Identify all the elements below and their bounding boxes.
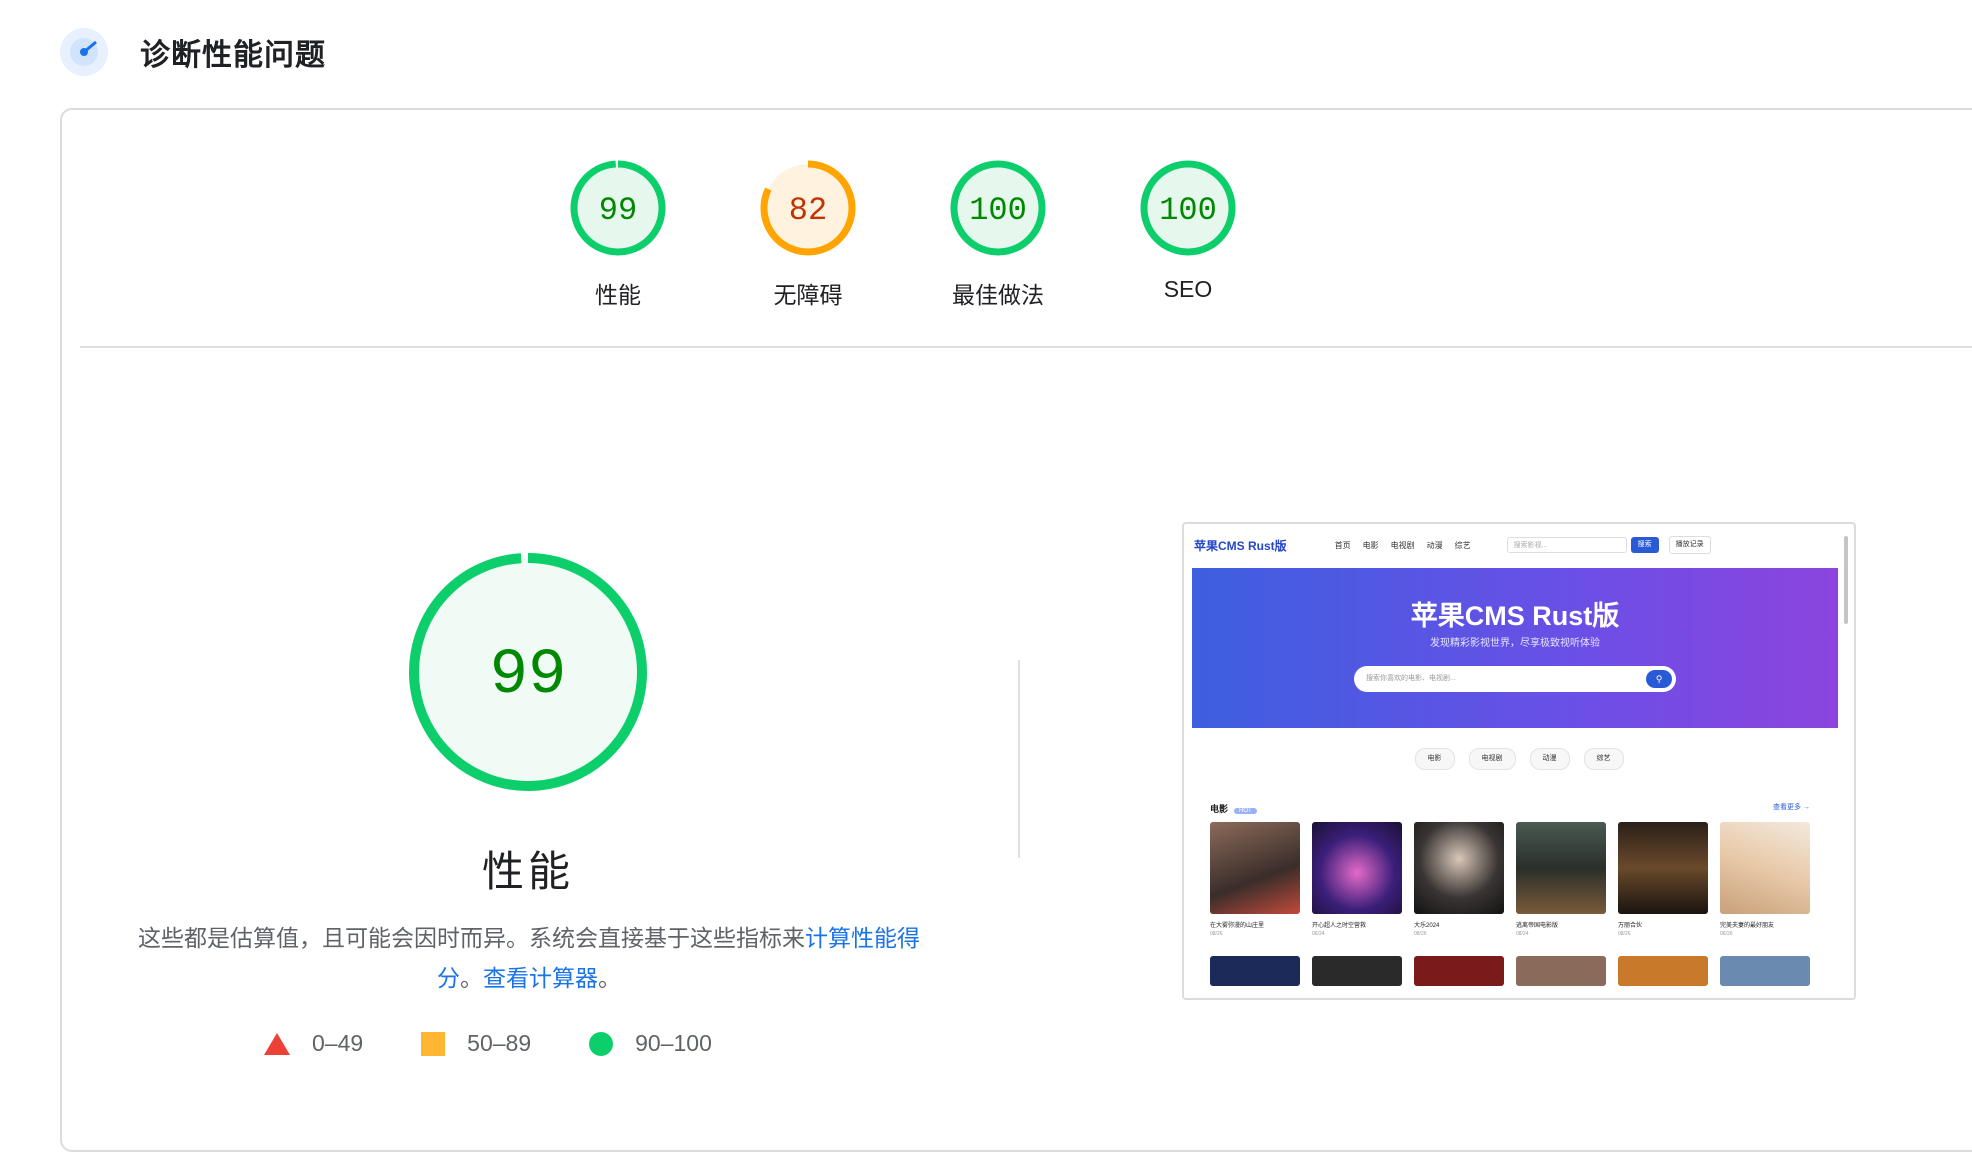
gauge-best-practices[interactable]: 100 最佳做法 — [908, 158, 1088, 310]
thumb-section-badge: HOT — [1234, 808, 1257, 814]
score-legend: 0–49 50–89 90–100 — [264, 1030, 770, 1057]
gauge-icon — [60, 28, 108, 76]
poster-image — [1312, 956, 1402, 986]
thumb-history: 播放记录 — [1668, 536, 1711, 554]
legend-average: 50–89 — [421, 1030, 531, 1057]
thumb-movie-card: 大乐2024 08/26 — [1414, 822, 1504, 937]
thumb-movie-title: 逃离帝国电影版 — [1516, 923, 1559, 929]
poster-image — [1210, 822, 1300, 914]
triangle-icon — [264, 1032, 290, 1055]
thumb-section-more: 查看更多 → — [1773, 804, 1810, 811]
thumb-movie-date: 08/26 — [1210, 931, 1223, 937]
gauge-performance[interactable]: 99 性能 — [528, 158, 708, 310]
score-gauges: 99 性能 82 无障碍 100 最佳做法 100 SEO — [62, 158, 1962, 308]
thumb-movie-date: 08/26 — [1414, 931, 1427, 937]
calculator-link[interactable]: 查看计算器 — [483, 965, 598, 991]
poster-image — [1516, 822, 1606, 914]
poster-image — [1414, 822, 1504, 914]
main-score-gauge: 99 — [409, 553, 647, 791]
thumb-menu-item: 动漫 — [1426, 540, 1443, 550]
thumb-hero-subtitle: 发现精彩影视世界，尽享极致视听体验 — [1430, 638, 1600, 649]
separator: 。 — [460, 965, 483, 991]
gauge-ring: 99 — [570, 160, 666, 256]
gauge-label: SEO — [1163, 276, 1213, 302]
thumb-movie-title: 万丽合伙 — [1618, 923, 1643, 929]
thumb-movie-date: 08/24 — [1516, 931, 1529, 937]
section-divider — [80, 346, 1972, 348]
thumb-menu-item: 综艺 — [1454, 540, 1471, 550]
legend-range: 90–100 — [635, 1030, 712, 1056]
thumb-movie-title: 完美夫妻的最好朋友 — [1720, 923, 1775, 929]
gauge-score: 100 — [1159, 192, 1217, 229]
poster-image — [1618, 822, 1708, 914]
thumb-hero-title: 苹果CMS Rust版 — [1410, 601, 1620, 631]
thumb-navbar: 苹果CMS Rust版 首页 电影 电视剧 动漫 综艺 搜索影视... 搜索 播… — [1194, 532, 1834, 558]
period: 。 — [598, 965, 621, 991]
poster-image — [1720, 822, 1810, 914]
thumb-movie-card: 开心超人之时空营救 06/24 — [1312, 822, 1402, 937]
vertical-divider — [1018, 660, 1020, 858]
thumb-movie-date: 08/26 — [1618, 931, 1631, 937]
legend-pass: 90–100 — [589, 1030, 712, 1057]
thumb-category: 电视剧 — [1468, 748, 1516, 770]
legend-fail: 0–49 — [264, 1030, 363, 1057]
gauge-accessibility[interactable]: 82 无障碍 — [718, 158, 898, 310]
poster-image — [1720, 956, 1810, 986]
thumb-logo: 苹果CMS Rust版 — [1194, 538, 1287, 553]
poster-image — [1312, 822, 1402, 914]
description-text: 这些都是估算值，且可能会因时而异。系统会直接基于这些指标来 — [138, 925, 805, 951]
main-category-label: 性能 — [481, 848, 574, 895]
gauge-ring: 100 — [950, 160, 1046, 256]
thumb-hero-search: 搜索你喜欢的电影、电视剧... ⚲ — [1354, 666, 1676, 692]
thumb-hero-placeholder: 搜索你喜欢的电影、电视剧... — [1366, 675, 1456, 682]
thumb-movie-date: 06/24 — [1312, 931, 1325, 937]
thumb-section-title: 电影 — [1210, 804, 1229, 814]
gauge-label: 性能 — [595, 282, 641, 308]
thumb-search-button: 搜索 — [1630, 537, 1659, 553]
report-card: 99 性能 82 无障碍 100 最佳做法 100 SEO 99 性能 这些都是… — [60, 108, 1972, 1152]
gauge-score: 82 — [789, 192, 827, 229]
gauge-score: 99 — [599, 192, 637, 229]
thumb-menu-item: 电视剧 — [1390, 540, 1415, 550]
thumb-menu-item: 电影 — [1362, 540, 1379, 550]
score-description: 这些都是估算值，且可能会因时而异。系统会直接基于这些指标来计算性能得分。查看计算… — [126, 918, 932, 998]
main-score: 99 — [490, 640, 567, 712]
thumb-hero: 苹果CMS Rust版 发现精彩影视世界，尽享极致视听体验 搜索你喜欢的电影、电… — [1192, 568, 1838, 728]
thumb-movie-title: 在大雾弥漫的山庄里 — [1210, 923, 1265, 929]
thumb-movie-date: 06/26 — [1720, 931, 1733, 937]
poster-image — [1618, 956, 1708, 986]
page-title: 诊断性能问题 — [140, 39, 326, 72]
gauge-label: 无障碍 — [773, 282, 843, 308]
thumb-section-header: 电影 HOT 查看更多 → — [1210, 802, 1810, 815]
page-screenshot-thumbnail[interactable]: 苹果CMS Rust版 首页 电影 电视剧 动漫 综艺 搜索影视... 搜索 播… — [1182, 522, 1856, 1000]
thumb-category: 动漫 — [1529, 748, 1570, 770]
thumb-search: 搜索影视... — [1506, 537, 1627, 553]
thumb-category: 电影 — [1414, 748, 1455, 770]
square-icon — [421, 1031, 446, 1056]
legend-range: 0–49 — [312, 1030, 364, 1056]
thumb-movie-title: 大乐2024 — [1414, 923, 1440, 929]
gauge-seo[interactable]: 100 SEO — [1098, 158, 1278, 303]
thumb-categories: 电影 电视剧 动漫 综艺 — [1184, 748, 1854, 770]
poster-image — [1516, 956, 1606, 986]
legend-range: 50–89 — [467, 1030, 532, 1056]
thumb-category: 综艺 — [1583, 748, 1624, 770]
section-header: 诊断性能问题 — [60, 28, 326, 76]
thumb-movie-card: 在大雾弥漫的山庄里 08/26 — [1210, 822, 1300, 937]
thumb-movie-title: 开心超人之时空营救 — [1312, 923, 1367, 929]
search-icon: ⚲ — [1646, 670, 1672, 688]
gauge-label: 最佳做法 — [952, 282, 1044, 308]
thumb-movie-card: 完美夫妻的最好朋友 06/26 — [1720, 822, 1810, 937]
gauge-ring: 82 — [760, 160, 856, 256]
thumb-menu: 首页 电影 电视剧 动漫 综艺 — [1335, 540, 1471, 551]
circle-icon — [589, 1031, 614, 1056]
poster-image — [1414, 956, 1504, 986]
thumb-menu-item: 首页 — [1334, 540, 1351, 550]
thumb-movie-card: 逃离帝国电影版 08/24 — [1516, 822, 1606, 937]
thumb-movie-card: 万丽合伙 08/26 — [1618, 822, 1708, 937]
gauge-ring: 100 — [1140, 160, 1236, 256]
thumb-scrollbar — [1844, 536, 1848, 624]
poster-image — [1210, 956, 1300, 986]
gauge-score: 100 — [969, 192, 1027, 229]
